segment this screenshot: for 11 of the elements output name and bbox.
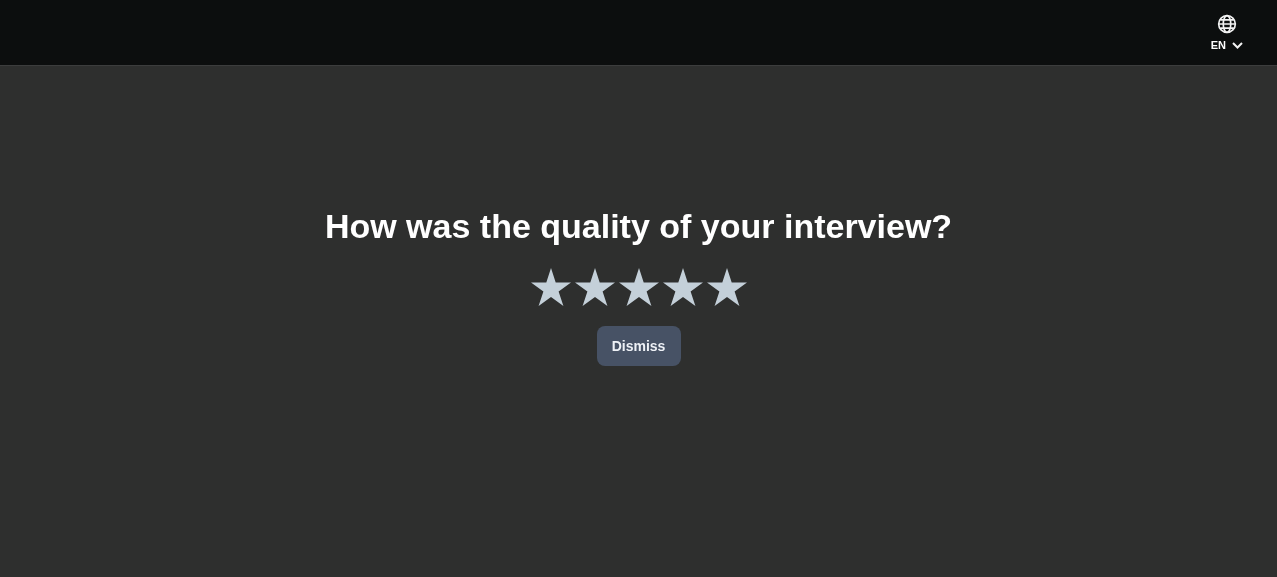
star-icon[interactable] xyxy=(574,268,615,306)
star-icon[interactable] xyxy=(530,268,571,306)
star-icon[interactable] xyxy=(618,268,659,306)
star-icon[interactable] xyxy=(706,268,747,306)
globe-icon xyxy=(1216,13,1237,34)
star-icon[interactable] xyxy=(662,268,703,306)
dismiss-button[interactable]: Dismiss xyxy=(596,326,681,366)
chevron-down-icon xyxy=(1232,41,1243,49)
language-selector[interactable]: EN xyxy=(1210,11,1243,54)
language-code: EN xyxy=(1210,37,1226,53)
survey-question: How was the quality of your interview? xyxy=(324,206,953,247)
